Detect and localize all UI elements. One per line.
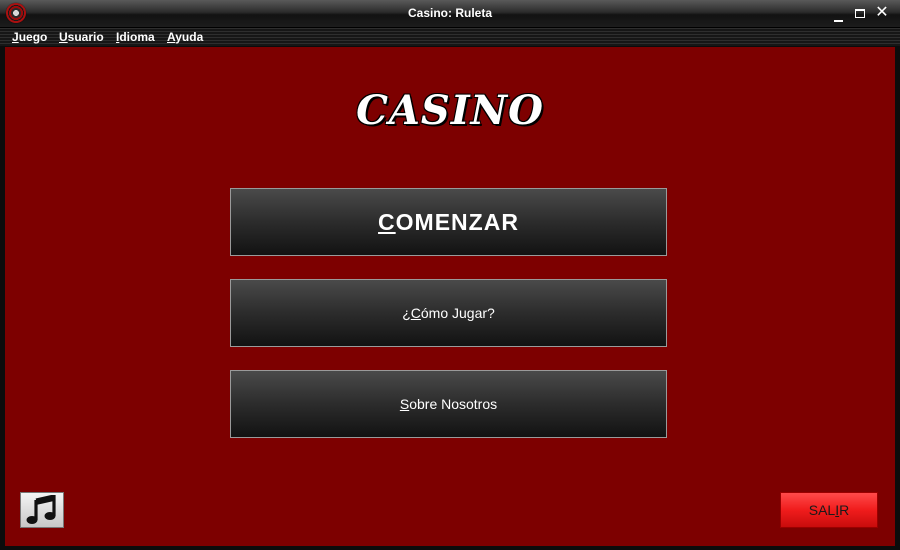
exit-label-start: SAL bbox=[808, 502, 836, 518]
menu-juego-label: uego bbox=[18, 30, 48, 44]
menu-ayuda-label: yuda bbox=[175, 30, 204, 44]
menu-ayuda[interactable]: Ayuda bbox=[167, 30, 203, 44]
title-bar[interactable]: Casino: Ruleta ✕ bbox=[0, 0, 900, 28]
close-button[interactable]: ✕ bbox=[872, 2, 892, 24]
window-title: Casino: Ruleta bbox=[407, 6, 492, 20]
casino-title: CASINO bbox=[356, 87, 544, 134]
minimize-icon bbox=[833, 20, 843, 22]
exit-label-end: R bbox=[839, 502, 850, 518]
menu-juego[interactable]: Juego bbox=[12, 30, 47, 44]
start-button-mnemonic: C bbox=[378, 208, 396, 235]
how-to-play-button[interactable]: ¿ Cómo Jugar? bbox=[230, 279, 667, 347]
how-to-play-label: ómo Jugar? bbox=[420, 305, 495, 321]
close-icon: ✕ bbox=[875, 4, 889, 21]
start-button[interactable]: C OMENZAR bbox=[230, 188, 667, 256]
maximize-button[interactable] bbox=[850, 2, 870, 24]
how-to-play-mnemonic: C bbox=[410, 305, 421, 321]
menu-idioma-label: dioma bbox=[119, 30, 155, 44]
music-toggle-button[interactable] bbox=[20, 492, 64, 528]
about-us-label: obre Nosotros bbox=[409, 396, 498, 412]
menu-usuario-label: suario bbox=[67, 30, 104, 44]
menu-usuario[interactable]: Usuario bbox=[59, 30, 104, 44]
about-us-button[interactable]: Sobre Nosotros bbox=[230, 370, 667, 438]
minimize-button[interactable] bbox=[828, 2, 848, 24]
menu-bar: Juego Usuario Idioma Ayuda bbox=[0, 28, 900, 46]
maximize-icon bbox=[855, 9, 865, 18]
exit-button[interactable]: SAL I R bbox=[780, 492, 878, 528]
how-to-play-prefix: ¿ bbox=[402, 305, 411, 321]
music-note-icon bbox=[26, 495, 56, 524]
menu-juego-mnemonic: J bbox=[12, 30, 19, 44]
app-window: Casino: Ruleta ✕ Juego Usuario Idioma Ay… bbox=[0, 0, 900, 550]
menu-ayuda-mnemonic: A bbox=[167, 30, 176, 44]
menu-usuario-mnemonic: U bbox=[59, 30, 68, 44]
start-button-label: OMENZAR bbox=[395, 208, 519, 235]
menu-idioma[interactable]: Idioma bbox=[116, 30, 155, 44]
main-panel: CASINO C OMENZAR ¿ Cómo Jugar? Sobre Nosot… bbox=[5, 47, 895, 546]
about-us-mnemonic: S bbox=[399, 396, 410, 412]
